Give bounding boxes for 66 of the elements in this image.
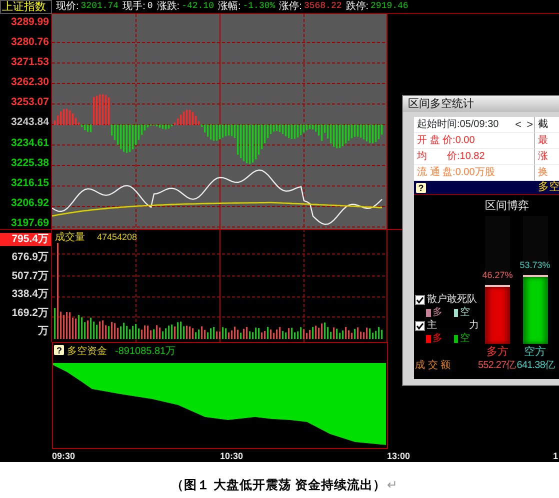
swatch-label: 多 xyxy=(432,334,442,344)
help-icon: ? xyxy=(54,345,64,356)
amount-label: 成 交 额 xyxy=(415,361,452,371)
quote-value: 2919.46 xyxy=(370,2,408,11)
percent-label: 46.27% xyxy=(482,270,513,280)
quote-label: 现价: xyxy=(56,2,79,12)
amount-value: 641.38亿 xyxy=(516,361,555,371)
start-time-label: 起始时间:05/09:30 xyxy=(417,118,499,132)
info-cell: 涨 xyxy=(535,149,559,165)
info-cell: 最 xyxy=(535,133,559,149)
price-label: 3216.15 xyxy=(11,176,49,189)
quote-value: 0 xyxy=(147,2,153,11)
help-icon[interactable]: ? xyxy=(416,182,426,192)
index-name: 上证指数 xyxy=(0,0,52,14)
volume-label: 676.9万 xyxy=(10,251,50,264)
next-button[interactable]: > xyxy=(526,118,534,130)
quote-label: 跌停: xyxy=(346,2,369,12)
price-label: 3234.61 xyxy=(11,136,49,149)
quote-label: 现手: xyxy=(122,2,146,12)
price-label: 3289.99 xyxy=(11,16,49,28)
price-label: 3225.38 xyxy=(11,156,49,169)
legend-label: 主 力 xyxy=(427,321,479,331)
price-label: 3253.07 xyxy=(11,96,49,108)
volume-label: 169.2万 xyxy=(10,306,50,320)
volume-label: 338.4万 xyxy=(10,288,50,302)
quote-value: -42.10 xyxy=(182,2,214,11)
quote-value: -1.30% xyxy=(242,2,276,11)
capital-title: 多空资金 xyxy=(67,346,107,357)
quote-value: 3568.22 xyxy=(304,2,342,11)
paragraph-mark: ↵ xyxy=(386,478,398,492)
figure-caption: （图１ 大盘低开震荡 资金持续流出） xyxy=(171,478,386,492)
price-label: 3206.92 xyxy=(11,196,49,209)
percent-label: 53.73% xyxy=(520,261,550,270)
info-cell: 均 价:10.82 xyxy=(414,149,535,165)
info-cell: 截 xyxy=(535,117,559,133)
volume-label: 507.7万 xyxy=(10,270,50,283)
panel-header-title: 多空 xyxy=(538,182,559,193)
side-label: 空方 xyxy=(524,347,546,358)
swatch-label: 多 xyxy=(432,308,442,318)
volume-value: 47454208 xyxy=(97,232,138,242)
quote-label: 涨幅: xyxy=(218,2,241,12)
time-label: 1 xyxy=(553,451,558,461)
side-label: 多方 xyxy=(486,347,508,358)
time-label: 13:00 xyxy=(387,451,410,461)
legend-label: 散户敢死队 xyxy=(427,295,477,305)
quote-label: 涨停: xyxy=(279,2,302,12)
swatch-label: 空 xyxy=(460,308,470,318)
price-label: 3197.69 xyxy=(11,216,49,229)
price-label: 3271.53 xyxy=(11,56,49,68)
info-cell: 开 盘 价:0.00 xyxy=(414,133,535,149)
quote-value: 3201.74 xyxy=(80,2,119,11)
price-label: 3262.30 xyxy=(11,76,49,88)
time-label: 09:30 xyxy=(52,451,76,461)
price-label: 3243.84 xyxy=(11,116,49,128)
time-label: 10:30 xyxy=(220,451,244,461)
swatch-label: 空 xyxy=(460,334,470,344)
volume-title: 成交量 xyxy=(55,232,85,243)
dialog-title: 区间多空统计 xyxy=(403,96,559,112)
volume-label: 795.4万 xyxy=(0,233,51,246)
prev-button[interactable]: < xyxy=(514,118,523,130)
amount-value: 552.27亿 xyxy=(478,361,516,371)
price-label: 3280.76 xyxy=(11,36,49,48)
volume-label: 万 xyxy=(37,324,50,338)
quote-label: 涨跌: xyxy=(156,2,180,12)
capital-value: -891085.81万 xyxy=(115,346,176,357)
panel-title: 区间博弈 xyxy=(485,201,529,212)
